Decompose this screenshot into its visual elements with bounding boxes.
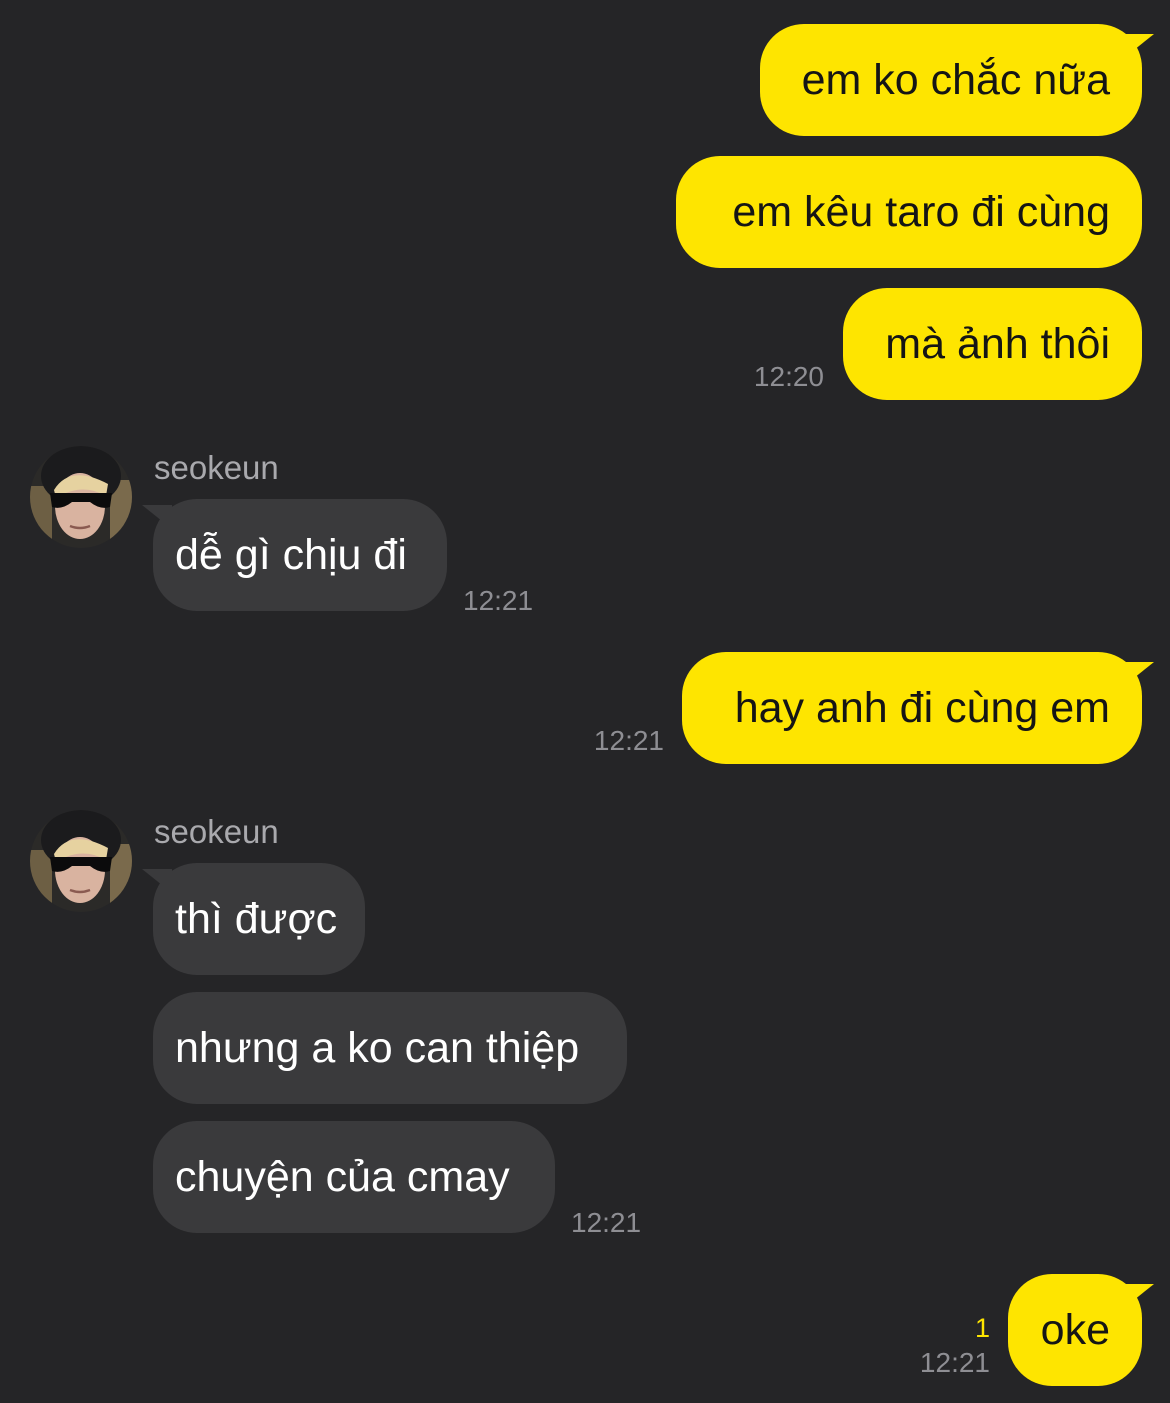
message-bubble-incoming[interactable]: thì được: [153, 863, 365, 975]
message-text: em kêu taro đi cùng: [732, 188, 1110, 236]
message-text: nhưng a ko can thiệp: [175, 1024, 580, 1072]
bubble-tail: [142, 869, 172, 893]
avatar[interactable]: [30, 810, 132, 912]
message-bubble-outgoing[interactable]: em kêu taro đi cùng: [676, 156, 1142, 268]
message-text: mà ảnh thôi: [885, 320, 1110, 368]
message-bubble-outgoing[interactable]: oke: [1008, 1274, 1142, 1386]
profile-photo-icon: [30, 446, 132, 548]
message-timestamp: 12:21: [571, 1207, 642, 1238]
sender-name: seokeun: [154, 813, 279, 850]
message-bubble-incoming[interactable]: nhưng a ko can thiệp: [153, 992, 627, 1104]
message-timestamp: 12:21: [593, 725, 664, 756]
profile-photo-icon: [30, 810, 132, 912]
message-text: dễ gì chịu đi: [175, 531, 407, 579]
message-bubble-incoming[interactable]: chuyện của cmay: [153, 1121, 555, 1233]
bubble-tail: [1124, 662, 1154, 686]
avatar[interactable]: [30, 446, 132, 548]
message-timestamp: 12:21: [919, 1347, 990, 1378]
message-bubble-outgoing[interactable]: mà ảnh thôi: [843, 288, 1142, 400]
unread-count-badge: 1: [974, 1313, 990, 1343]
message-text: em ko chắc nữa: [801, 56, 1110, 104]
bubble-tail: [1124, 1284, 1154, 1308]
message-text: oke: [1040, 1306, 1110, 1354]
message-bubble-outgoing[interactable]: hay anh đi cùng em: [682, 652, 1142, 764]
message-timestamp: 12:21: [463, 585, 534, 616]
sender-name: seokeun: [154, 449, 279, 486]
message-bubble-outgoing[interactable]: em ko chắc nữa: [760, 24, 1142, 136]
bubble-tail: [142, 505, 172, 529]
bubble-tail: [1124, 34, 1154, 58]
message-text: thì được: [175, 895, 338, 943]
message-bubble-incoming[interactable]: dễ gì chịu đi: [153, 499, 447, 611]
message-timestamp: 12:20: [753, 361, 824, 392]
message-text: hay anh đi cùng em: [734, 684, 1110, 732]
message-text: chuyện của cmay: [175, 1153, 510, 1201]
